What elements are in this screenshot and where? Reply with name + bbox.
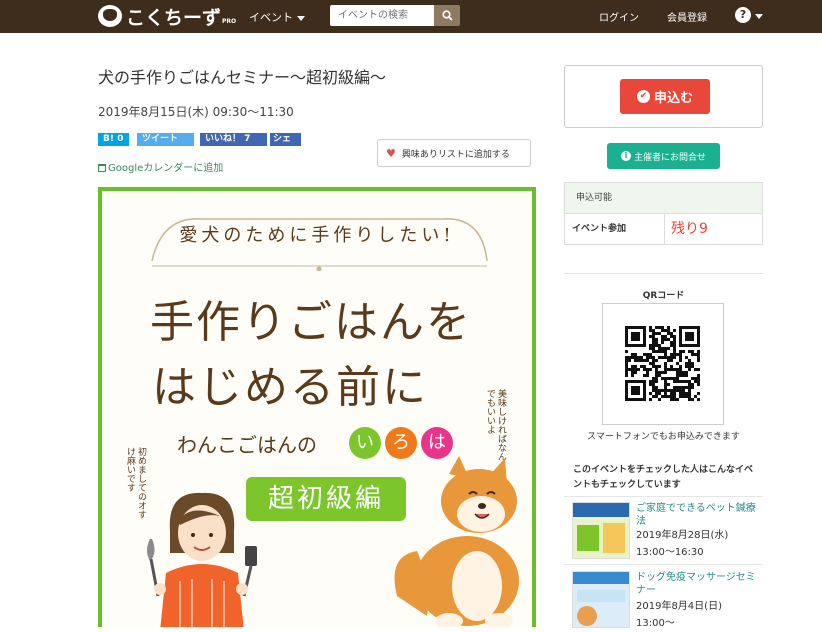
recommend-date-1: 2019年8月28日(水) 13:00〜16:30 [636,530,729,558]
check-icon: ✔ [636,90,650,103]
heart-icon: ♥ [386,146,396,160]
hatena-bookmark-button[interactable]: B! 0 [98,133,129,146]
flyer-headline-2: はじめる前に [152,362,428,413]
search-form [330,5,460,26]
availability-table: 申込可能 イベント参加 残り9 [564,182,763,245]
recommend-title-1[interactable]: ご家庭でできるペット鍼療法 [636,502,758,528]
site-logo[interactable]: こくちーず PRO [98,3,236,29]
apply-button[interactable]: ✔ 申込む [620,79,710,114]
google-calendar-link[interactable]: Googleカレンダーに追加 [98,159,223,174]
wishlist-label: 興味ありリストに追加する [401,149,510,160]
flyer-iroha-ro: ろ [385,427,417,459]
contact-organizer-button[interactable]: i 主催者にお問合せ [607,143,720,169]
recommend-thumbnail[interactable] [572,502,630,559]
wishlist-button[interactable]: ♥ 興味ありリストに追加する [377,139,531,167]
recommend-divider [564,496,763,497]
qr-code [602,303,724,425]
event-menu-label: イベント [249,11,293,24]
event-menu[interactable]: イベント [249,9,305,25]
shiba-dog-illustration [394,456,519,627]
contact-label: 主催者にお問合せ [633,152,706,163]
recommend-heading: このイベントをチェックした人はこんなイベントもチェックしています [573,465,754,490]
flyer-iroha-i: い [349,427,381,459]
page-title: 犬の手作りごはんセミナー〜超初級編〜 [98,68,387,87]
search-icon [441,10,453,21]
dog-logo-icon [98,5,122,27]
flyer-level-badge: 超初級編 [246,477,406,521]
availability-row-label: イベント参加 [565,214,665,244]
recommend-divider [564,564,763,565]
recommend-date-2: 2019年8月4日(日) 13:00〜 [636,601,722,629]
event-datetime: 2019年8月15日(木) 09:30〜11:30 [98,105,294,119]
login-link[interactable]: ログイン [599,9,639,24]
search-input[interactable] [330,5,434,26]
apply-panel: ✔ 申込む [564,65,763,128]
register-link[interactable]: 会員登録 [667,9,707,24]
recommend-title-2[interactable]: ドッグ免疫マッサージセミナー [636,571,758,597]
flyer-headline-small: 愛犬のために手作りしたい! [179,225,455,246]
top-navbar: こくちーず PRO イベント ログイン 会員登録 ? [0,0,822,33]
recommend-thumbnail[interactable] [572,571,630,628]
qr-code-image [625,326,700,401]
logo-text: こくちーず [126,6,222,29]
gcal-label: Googleカレンダーに追加 [108,163,224,174]
flyer-subtitle: わんこごはんの [177,433,317,457]
chevron-down-icon[interactable] [755,14,763,19]
availability-row: イベント参加 残り9 [565,214,762,244]
calendar-icon [98,164,106,172]
chevron-down-icon [297,15,305,21]
qr-label: QRコード [642,291,685,301]
availability-status: 申込可能 [565,183,762,214]
event-flyer-image: 愛犬のために手作りしたい! 手作りごはんを はじめる前に わんこごはんの い ろ… [98,187,536,627]
qr-caption: スマートフォンでもお申込みできます [587,432,740,442]
woman-cooking-illustration [147,492,257,627]
flyer-iroha-ha: は [421,427,453,459]
info-icon: i [620,151,631,161]
facebook-like-button[interactable]: いいね！ 7 [200,133,267,146]
tweet-button[interactable]: ツイート [137,133,194,146]
sidebar-divider [564,273,763,274]
flyer-headline-1: 手作りごはんを [150,297,472,348]
apply-label: 申込む [653,91,693,106]
help-icon[interactable]: ? [735,7,751,23]
remaining-seats: 残り9 [671,221,708,237]
logo-sub: PRO [222,17,237,25]
search-button[interactable] [434,5,460,26]
facebook-share-button[interactable]: シェア [270,133,301,157]
